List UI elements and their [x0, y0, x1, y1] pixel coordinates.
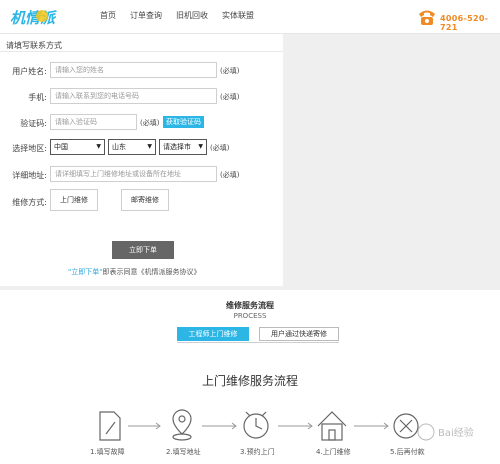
document-edit-icon [99, 411, 121, 441]
nav-home[interactable]: 首页 [100, 10, 116, 21]
chevron-down-icon: ▼ [96, 143, 101, 150]
top-header: 机情派 首页 订单查询 旧机回收 实体联盟 4006-520-721 [0, 0, 500, 34]
mobile-input[interactable]: 请输入联系到您的电话号码 [50, 88, 217, 104]
mobile-required: (必填) [220, 93, 240, 101]
city-value: 请选择市 [163, 143, 191, 151]
arrow-icon [354, 422, 389, 430]
arrow-icon [202, 422, 237, 430]
mail-repair-option[interactable]: 邮寄维修 [121, 189, 169, 211]
region-label: 选择地区: [12, 144, 47, 153]
country-value: 中国 [54, 143, 68, 151]
name-label: 用户姓名: [12, 67, 47, 76]
address-label: 详细地址: [12, 171, 47, 180]
city-select[interactable]: 请选择市 ▼ [159, 139, 207, 155]
nav-order-query[interactable]: 订单查询 [130, 10, 162, 21]
code-input[interactable]: 请输入验证码 [50, 114, 137, 130]
address-input[interactable]: 请详细填写上门维修地址或设备所在地址 [50, 166, 217, 182]
code-label: 验证码: [20, 119, 47, 128]
logo-text: 机情派 [10, 9, 58, 27]
chevron-down-icon: ▼ [147, 143, 152, 150]
mobile-label: 手机: [28, 93, 47, 102]
main-nav: 首页 订单查询 旧机回收 实体联盟 [100, 10, 254, 21]
process-title: 维修服务流程 [226, 301, 274, 310]
region-required: (必填) [210, 144, 230, 152]
tab-underline [177, 342, 339, 343]
process-subtitle: PROCESS [233, 312, 267, 320]
baidu-jingyan-watermark: Bai经验 [417, 423, 474, 441]
province-value: 山东 [112, 143, 126, 151]
hotline-number: 4006-520-721 [440, 14, 489, 32]
name-required: (必填) [220, 67, 240, 75]
submit-order-button[interactable]: 立即下单 [112, 241, 174, 259]
payment-icon [393, 413, 419, 439]
step-3-label: 3.预约上门 [240, 448, 275, 456]
method-label: 维修方式: [12, 198, 47, 207]
agreement-note: "立即下单"即表示同意《机情派服务协议》 [68, 267, 200, 277]
jiqingpai-logo[interactable]: 机情派 [8, 6, 76, 28]
watermark-text: Bai经验 [438, 426, 474, 439]
arrow-icon [128, 422, 161, 430]
step-2-label: 2.填写地址 [166, 448, 201, 456]
agreement-highlight: "立即下单" [68, 268, 103, 276]
divider [0, 51, 283, 52]
name-input[interactable]: 请输入您的姓名 [50, 62, 217, 78]
agreement-text[interactable]: 即表示同意《机情派服务协议》 [102, 268, 200, 276]
form-section-title: 请填写联系方式 [6, 41, 62, 50]
province-select[interactable]: 山东 ▼ [108, 139, 156, 155]
code-required: (必填) [140, 119, 160, 127]
arrow-icon [278, 422, 313, 430]
step-5-label: 5.后再付款 [390, 448, 425, 456]
get-code-button[interactable]: 获取验证码 [163, 116, 204, 128]
telephone-icon [419, 10, 435, 25]
onsite-repair-option[interactable]: 上门维修 [50, 189, 98, 211]
tab-onsite-engineer[interactable]: 工程师上门维修 [177, 327, 249, 341]
address-required: (必填) [220, 171, 240, 179]
chevron-down-icon: ▼ [198, 143, 203, 150]
flow-title: 上门维修服务流程 [201, 374, 298, 388]
nav-recycle[interactable]: 旧机回收 [176, 10, 208, 21]
nav-alliance[interactable]: 实体联盟 [222, 10, 254, 21]
location-pin-icon [172, 409, 192, 441]
step-1-label: 1.填写故障 [90, 448, 125, 456]
step-4-label: 4.上门维修 [316, 448, 351, 456]
alarm-clock-icon [243, 411, 269, 439]
country-select[interactable]: 中国 ▼ [50, 139, 105, 155]
house-icon [317, 411, 347, 441]
tab-courier-mail[interactable]: 用户通过快递寄修 [259, 327, 339, 341]
